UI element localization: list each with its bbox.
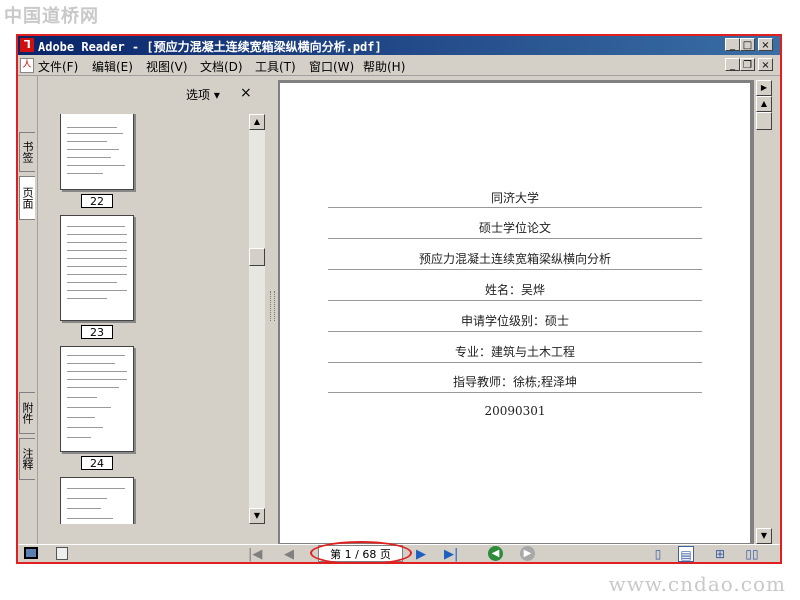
go-back-icon[interactable]: ◀: [488, 546, 503, 561]
menu-help[interactable]: 帮助(H): [363, 58, 405, 75]
minimize-button[interactable]: _: [725, 38, 740, 51]
doc-close-button[interactable]: ×: [758, 58, 773, 71]
menu-window[interactable]: 窗口(W): [309, 58, 354, 75]
reader-window: ⅂ Adobe Reader - [预应力混凝土连续宽箱梁纵横向分析.pdf] …: [18, 36, 780, 562]
doc-line-university: 同济大学: [490, 191, 539, 205]
page-icon[interactable]: [56, 547, 68, 560]
doc-line-advisor: 指导教师：徐栋;程泽坤: [452, 375, 578, 389]
document-scrollbar[interactable]: ▶ ▲ ▼: [756, 80, 772, 544]
doc-scroll-thumb[interactable]: [756, 112, 772, 130]
thumbnail-page-label: 22: [81, 194, 113, 208]
scroll-up-button[interactable]: ▲: [249, 114, 265, 130]
scroll-down-button[interactable]: ▼: [249, 508, 265, 524]
page-thumbnail[interactable]: [60, 346, 134, 452]
adobe-reader-icon: ⅂: [20, 38, 34, 52]
doc-scroll-up-button[interactable]: ▶: [756, 80, 772, 96]
panel-close-icon[interactable]: ×: [240, 85, 252, 101]
doc-line-name: 姓名：吴烨: [484, 283, 545, 297]
menu-bar: 人 文件(F) 编辑(E) 视图(V) 文档(D) 工具(T) 窗口(W) 帮助…: [18, 55, 780, 76]
thumbnail-scrollbar[interactable]: ▲ ▼: [249, 114, 265, 524]
tab-pages[interactable]: 页面: [19, 176, 35, 220]
doc-line-degree-level: 申请学位级别：硕士: [460, 314, 569, 328]
tab-attachments[interactable]: 附件: [19, 392, 35, 434]
last-page-icon[interactable]: ▶|: [444, 547, 458, 562]
doc-restore-button[interactable]: ❐: [740, 58, 755, 71]
page-thumbnail[interactable]: [60, 215, 134, 321]
first-page-icon[interactable]: |◀: [248, 547, 262, 562]
menu-edit[interactable]: 编辑(E): [92, 58, 133, 75]
facing-view-icon[interactable]: ⊞: [712, 546, 728, 562]
continuous-view-icon[interactable]: ▤: [678, 546, 694, 562]
doc-scroll-up-button[interactable]: ▲: [756, 96, 772, 112]
window-title: Adobe Reader - [预应力混凝土连续宽箱梁纵横向分析.pdf]: [38, 40, 382, 54]
page-thumbnail[interactable]: [60, 114, 134, 190]
doc-minimize-button[interactable]: _: [725, 58, 740, 71]
maximize-button[interactable]: □: [740, 38, 755, 51]
menu-tools[interactable]: 工具(T): [255, 58, 296, 75]
scroll-thumb[interactable]: [249, 248, 265, 266]
status-bar: |◀ ◀ 第 1 / 68 页 ▶ ▶| ◀ ▶ ▯ ▤ ⊞ ▯▯: [18, 541, 780, 562]
go-forward-icon[interactable]: ▶: [520, 546, 535, 561]
tab-bookmarks[interactable]: 书签: [19, 132, 35, 172]
doc-scroll-down-button[interactable]: ▼: [756, 528, 772, 544]
options-menu-button[interactable]: 选项 ▾: [186, 86, 220, 103]
navigation-tabs: 书签 页面 附件 注释: [18, 76, 38, 544]
document-view: 同济大学 硕士学位论文 预应力混凝土连续宽箱梁纵横向分析 姓名：吴烨 申请学位级…: [278, 80, 754, 544]
continuous-facing-view-icon[interactable]: ▯▯: [744, 546, 760, 562]
thumbnail-page-label: 24: [81, 456, 113, 470]
pane-splitter[interactable]: [266, 76, 278, 544]
watermark-top: 中国道桥网: [4, 6, 99, 27]
thumbnail-page-label: 23: [81, 325, 113, 339]
previous-page-icon[interactable]: ◀: [284, 547, 294, 562]
doc-line-major: 专业：建筑与土木工程: [454, 345, 575, 359]
watermark-bottom: www.cndao.com: [608, 572, 786, 596]
close-button[interactable]: ×: [758, 38, 773, 51]
doc-line-degree: 硕士学位论文: [478, 221, 551, 235]
doc-line-title: 预应力混凝土连续宽箱梁纵横向分析: [418, 252, 611, 266]
title-bar: ⅂ Adobe Reader - [预应力混凝土连续宽箱梁纵横向分析.pdf] …: [18, 36, 780, 55]
single-page-view-icon[interactable]: ▯: [650, 546, 666, 562]
menu-view[interactable]: 视图(V): [146, 58, 188, 75]
document-page: 同济大学 硕士学位论文 预应力混凝土连续宽箱梁纵横向分析 姓名：吴烨 申请学位级…: [280, 83, 750, 543]
menu-file[interactable]: 文件(F): [38, 58, 78, 75]
doc-line-date: 20090301: [484, 404, 546, 418]
tab-comments[interactable]: 注释: [19, 438, 35, 480]
annotation-ellipse: [310, 541, 412, 562]
pdf-document-icon[interactable]: 人: [20, 58, 34, 73]
page-thumbnail[interactable]: [60, 477, 134, 524]
next-page-icon[interactable]: ▶: [416, 547, 426, 562]
pages-panel-header: 选项 ▾ ×: [38, 76, 266, 110]
menu-document[interactable]: 文档(D): [200, 58, 243, 75]
thumbnail-list: 22 23 24: [38, 114, 250, 524]
screen-icon[interactable]: [24, 547, 38, 559]
